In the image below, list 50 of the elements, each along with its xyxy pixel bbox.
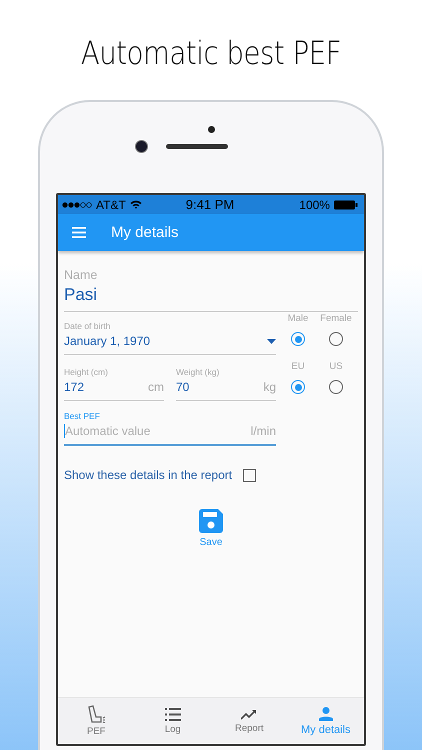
best-pef-field[interactable]: Best PEF Automatic value l/min — [64, 411, 276, 446]
field-value: January 1, 1970 — [64, 334, 150, 348]
radio-label: Female — [319, 313, 353, 326]
unit-label: kg — [263, 380, 276, 394]
radio-button[interactable] — [329, 332, 343, 346]
radio-label: US — [328, 361, 344, 374]
carrier: AT&T — [96, 198, 126, 212]
radio-button[interactable] — [291, 380, 305, 394]
field-label: Name — [64, 268, 98, 282]
wifi-icon — [130, 200, 142, 209]
field-value: 70 — [176, 380, 190, 394]
battery-percent: 100% — [299, 198, 330, 212]
signal-icon — [62, 202, 92, 208]
checkbox[interactable] — [243, 468, 256, 482]
list-icon — [164, 708, 181, 720]
checkbox-label: Show these details in the report — [64, 468, 232, 482]
sensor-icon — [208, 126, 214, 133]
field-label: Weight (kg) — [176, 367, 220, 377]
placeholder: Automatic value — [64, 424, 150, 438]
dropdown-icon — [267, 338, 276, 344]
field-value: 172 — [64, 380, 84, 394]
unit-label: cm — [148, 380, 164, 394]
field-label: Height (cm) — [64, 367, 109, 377]
nav-tab[interactable]: Report — [211, 698, 288, 744]
clock: 9:41 PM — [186, 197, 234, 212]
nav-tab[interactable]: PEF — [58, 698, 134, 744]
save-button[interactable]: Save — [199, 509, 223, 548]
person-icon — [318, 706, 333, 720]
name-field[interactable]: Name Pasi — [64, 268, 358, 312]
menu-icon[interactable] — [72, 227, 86, 238]
trend-icon — [241, 708, 258, 720]
radio-button[interactable] — [291, 332, 305, 346]
headline: Automatic best PEF — [80, 33, 342, 74]
date-field[interactable]: Date of birth January 1, 1970 — [64, 321, 276, 355]
unit-label: l/min — [250, 424, 276, 438]
number-field[interactable]: Height (cm) 172 cm — [64, 367, 164, 401]
radio-label: Male — [286, 313, 310, 326]
screen-title: My details — [111, 224, 179, 241]
field-value: Pasi — [64, 285, 98, 305]
number-field[interactable]: Weight (kg) 70 kg — [176, 367, 276, 401]
radio-label: EU — [290, 361, 306, 374]
camera-icon — [136, 141, 147, 152]
nav-tab[interactable]: Log — [134, 698, 211, 744]
radio-button[interactable] — [329, 380, 343, 394]
nav-tab[interactable]: My details — [288, 698, 364, 744]
battery-icon — [334, 200, 358, 210]
field-label: Date of birth — [64, 321, 112, 331]
inhaler-icon — [86, 705, 106, 723]
speaker-icon — [166, 144, 228, 149]
field-label: Best PEF — [64, 411, 101, 421]
